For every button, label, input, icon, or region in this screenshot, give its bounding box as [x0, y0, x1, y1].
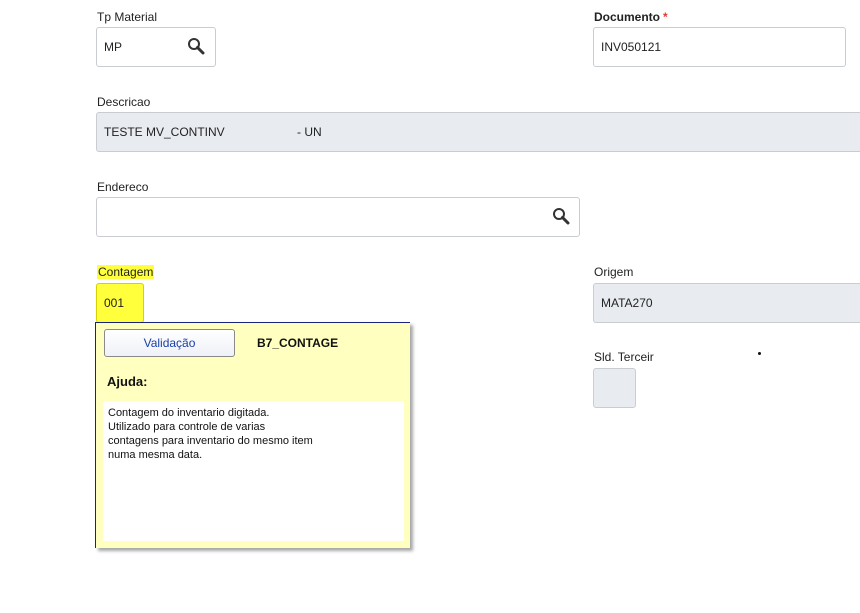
contagem-label: Contagem [97, 265, 155, 279]
help-line: Utilizado para controle de varias [108, 421, 266, 433]
help-line: contagens para inventario do mesmo item [108, 435, 313, 447]
validation-button[interactable]: Validação [104, 329, 235, 357]
endereco-label: Endereco [97, 180, 149, 194]
help-line: Contagem do inventario digitada. [108, 407, 270, 419]
origem-field: MATA270 [593, 283, 860, 323]
descricao-unit: - UN [297, 125, 322, 139]
descricao-value: TESTE MV_CONTINV [104, 125, 225, 139]
field-code: B7_CONTAGE [257, 336, 339, 350]
contagem-input[interactable]: 001 [96, 283, 144, 323]
help-popup: Validação B7_CONTAGE Ajuda: Contagem do … [95, 322, 410, 548]
documento-label-text: Documento [594, 10, 660, 24]
origem-label: Origem [594, 265, 634, 279]
origem-value: MATA270 [601, 296, 653, 310]
stray-dot [758, 352, 761, 355]
descricao-label: Descricao [97, 95, 151, 109]
descricao-field: TESTE MV_CONTINV - UN [96, 112, 860, 152]
help-line: numa mesma data. [108, 449, 203, 461]
help-title: Ajuda: [107, 374, 148, 389]
documento-value: INV050121 [601, 40, 662, 54]
required-mark: * [663, 10, 668, 24]
documento-input[interactable]: INV050121 [593, 27, 846, 67]
sld-terceir-label: Sld. Terceir [594, 350, 654, 364]
endereco-input[interactable] [96, 197, 580, 237]
tp-material-value: MP [104, 40, 122, 54]
help-text-box: Contagem do inventario digitada. Utiliza… [103, 401, 404, 541]
search-icon[interactable] [552, 207, 570, 225]
sld-terceir-checkbox[interactable] [593, 368, 636, 408]
tp-material-label: Tp Material [97, 10, 158, 24]
documento-label: Documento * [594, 10, 668, 24]
contagem-value: 001 [104, 296, 125, 310]
search-icon[interactable] [187, 37, 205, 55]
